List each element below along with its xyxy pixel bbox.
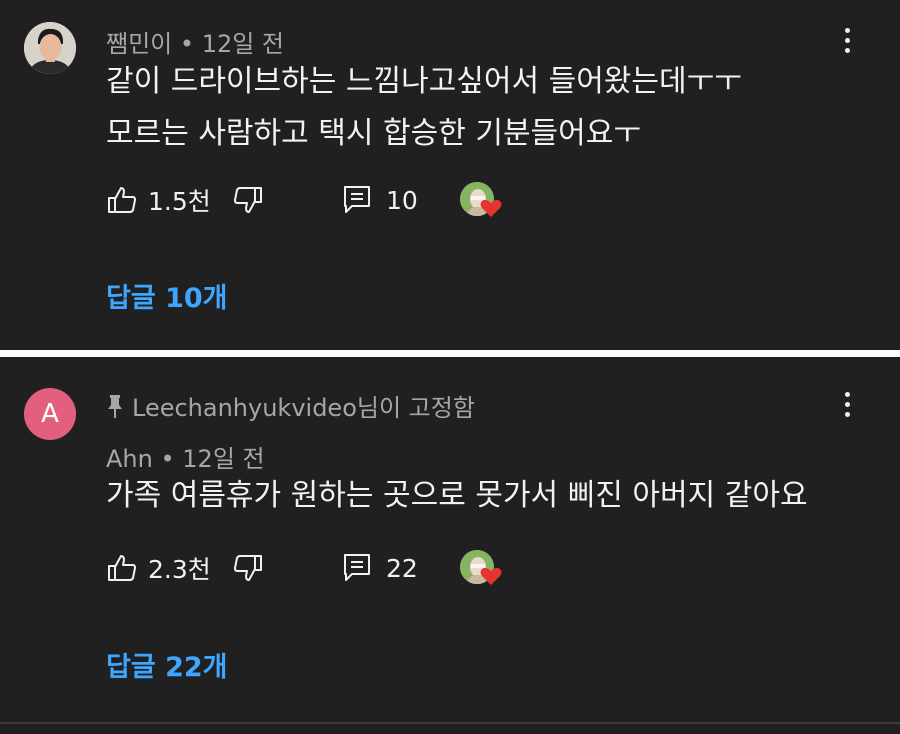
- comment-line: 가족 여름휴가 원하는 곳으로 못가서 삐진 아버지 같아요: [106, 478, 808, 513]
- avatar-letter: A: [41, 399, 59, 429]
- comment-author[interactable]: 쨈민이: [106, 30, 172, 58]
- pinned-label: Leechanhyukvideo님이 고정함: [106, 388, 475, 425]
- comment-text: 같이 드라이브하는 느낌나고싶어서 들어왔는데ㅜㅜ 모르는 사람하고 택시 합승…: [106, 56, 742, 160]
- like-count: 2.3천: [148, 555, 211, 584]
- comment-time: 12일 전: [182, 445, 265, 473]
- thumbs-down-icon: [232, 184, 264, 216]
- dislike-button[interactable]: [232, 180, 264, 220]
- creator-heart-icon: [460, 548, 506, 588]
- comment-card: 쨈민이 • 12일 전 같이 드라이브하는 느낌나고싶어서 들어왔는데ㅜㅜ 모르…: [0, 0, 900, 350]
- thumbs-up-icon: [106, 552, 138, 584]
- divider: [0, 722, 900, 724]
- reply-button[interactable]: 10: [342, 180, 418, 220]
- comment-meta: Ahn • 12일 전: [106, 439, 265, 474]
- reply-icon: [342, 552, 372, 584]
- comment-text: 가족 여름휴가 원하는 곳으로 못가서 삐진 아버지 같아요: [106, 470, 808, 522]
- more-vert-icon[interactable]: [834, 24, 860, 58]
- reply-count: 10: [386, 185, 418, 215]
- comment-line: 같이 드라이브하는 느낌나고싶어서 들어왔는데ㅜㅜ: [106, 64, 742, 99]
- like-button[interactable]: 1.5천: [106, 180, 211, 220]
- comment-actions: 1.5천 10: [106, 180, 526, 220]
- avatar[interactable]: A: [24, 388, 76, 440]
- pinned-by-text: Leechanhyukvideo님이 고정함: [132, 394, 475, 422]
- like-count: 1.5천: [148, 187, 211, 216]
- view-replies-button[interactable]: 답글 22개: [106, 645, 228, 684]
- reply-button[interactable]: 22: [342, 548, 418, 588]
- comment-author[interactable]: Ahn: [106, 445, 153, 473]
- creator-heart-icon: [460, 180, 506, 220]
- meta-separator: •: [160, 445, 183, 473]
- avatar[interactable]: [24, 22, 76, 74]
- reply-icon: [342, 184, 372, 216]
- comment-time: 12일 전: [201, 30, 285, 58]
- comment-card: A Leechanhyukvideo님이 고정함 Ahn • 12일 전 가족 …: [0, 357, 900, 734]
- view-replies-button[interactable]: 답글 10개: [106, 276, 228, 315]
- comment-line: 모르는 사람하고 택시 합승한 기분들어요ㅜ: [106, 116, 641, 151]
- thumbs-down-icon: [232, 552, 264, 584]
- like-button[interactable]: 2.3천: [106, 548, 211, 588]
- pin-icon: [106, 393, 124, 425]
- more-vert-icon[interactable]: [834, 388, 860, 422]
- thumbs-up-icon: [106, 184, 138, 216]
- comment-actions: 2.3천 22: [106, 548, 526, 588]
- comment-meta: 쨈민이 • 12일 전: [106, 24, 284, 59]
- reply-count: 22: [386, 553, 418, 583]
- dislike-button[interactable]: [232, 548, 264, 588]
- meta-separator: •: [179, 30, 202, 58]
